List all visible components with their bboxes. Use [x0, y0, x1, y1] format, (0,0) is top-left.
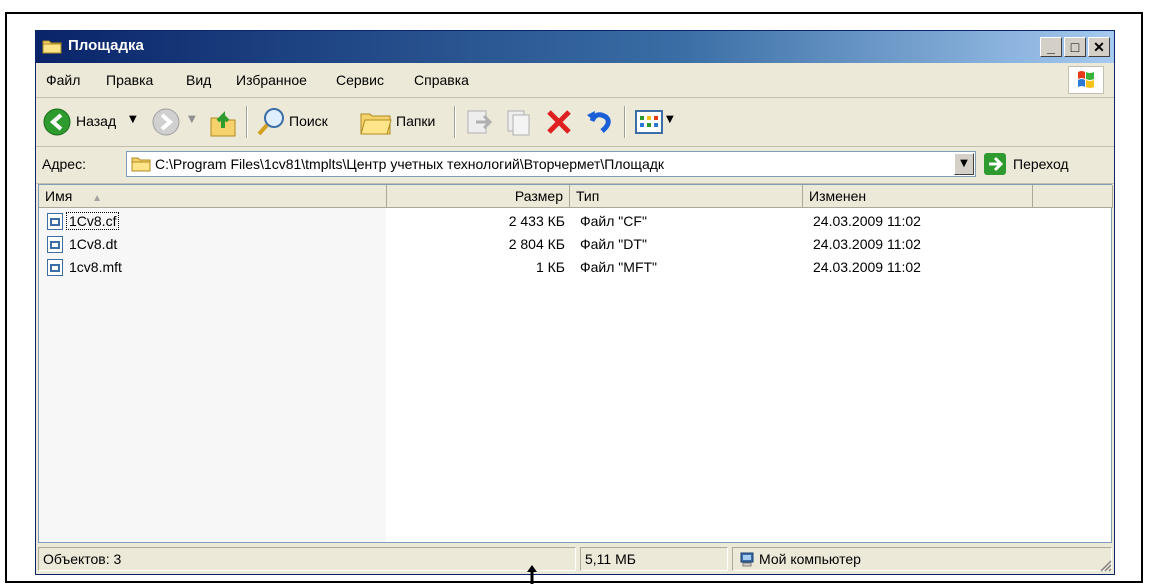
sort-ascending-icon: ▲ — [92, 193, 103, 204]
views-dropdown-icon[interactable]: ▼ — [666, 114, 674, 125]
copy-to-icon[interactable] — [504, 107, 534, 137]
file-size: 1 КБ — [535, 259, 565, 275]
folders-icon[interactable] — [359, 106, 393, 138]
column-header-type[interactable]: Тип — [570, 185, 803, 208]
file-list[interactable]: Имя ▲ Размер Тип Изменен 1Cv8.cf 2 433 К… — [38, 184, 1113, 543]
file-name[interactable]: 1Cv8.dt — [69, 236, 117, 252]
file-modified: 24.03.2009 11:02 — [813, 213, 921, 229]
delete-icon[interactable] — [544, 107, 574, 137]
folder-icon — [131, 157, 151, 172]
toolbar-separator — [624, 106, 626, 138]
pointer-arrow-icon — [527, 565, 537, 584]
back-arrow-icon[interactable] — [42, 107, 72, 137]
column-header-size[interactable]: Размер — [387, 185, 570, 208]
address-bar: Адрес: C:\Program Files\1cv81\tmplts\Цен… — [36, 147, 1114, 184]
column-header-size-label: Размер — [514, 188, 563, 204]
search-button-label[interactable]: Поиск — [289, 113, 328, 129]
window-title: Площадка — [68, 37, 144, 54]
column-header-name-label: Имя — [45, 188, 73, 204]
file-name[interactable]: 1Cv8.cf — [65, 212, 120, 230]
list-item[interactable]: 1Cv8.cf 2 433 КБ Файл "CF" 24.03.2009 11… — [39, 211, 1111, 233]
up-folder-icon[interactable] — [208, 106, 238, 138]
my-computer-icon — [740, 552, 754, 567]
folder-icon — [42, 40, 62, 54]
column-header-empty[interactable] — [1033, 185, 1113, 208]
title-bar[interactable]: Площадка _ □ ✕ — [36, 31, 1114, 63]
views-icon[interactable] — [634, 108, 664, 136]
status-size: 5,11 МБ — [580, 547, 728, 571]
file-type: Файл "DT" — [580, 236, 647, 252]
address-label: Адрес: — [42, 156, 86, 172]
toolbar-separator — [246, 106, 248, 138]
status-location-text: Мой компьютер — [759, 551, 861, 567]
menu-favorites[interactable]: Избранное — [236, 72, 307, 88]
file-icon — [47, 236, 63, 253]
folders-button-label[interactable]: Папки — [396, 113, 435, 129]
windows-logo-icon — [1068, 66, 1104, 94]
file-type: Файл "CF" — [580, 213, 647, 229]
minimize-button[interactable]: _ — [1040, 37, 1062, 57]
maximize-button[interactable]: □ — [1064, 37, 1086, 57]
search-icon[interactable] — [256, 106, 286, 138]
back-dropdown-icon[interactable]: ▼ — [129, 114, 137, 125]
menu-view[interactable]: Вид — [186, 72, 211, 88]
address-path[interactable]: C:\Program Files\1cv81\tmplts\Центр учет… — [155, 156, 949, 172]
file-size: 2 804 КБ — [508, 236, 565, 252]
menu-bar: Файл Правка Вид Избранное Сервис Справка — [36, 63, 1114, 98]
move-to-icon[interactable] — [464, 107, 494, 137]
column-header-modified[interactable]: Изменен — [803, 185, 1033, 208]
file-type: Файл "MFT" — [580, 259, 658, 275]
menu-edit[interactable]: Правка — [106, 72, 153, 88]
file-name[interactable]: 1cv8.mft — [69, 259, 122, 275]
address-input[interactable]: C:\Program Files\1cv81\tmplts\Центр учет… — [126, 151, 976, 177]
file-modified: 24.03.2009 11:02 — [813, 236, 921, 252]
menu-help[interactable]: Справка — [414, 72, 469, 88]
go-arrow-icon[interactable] — [983, 152, 1007, 176]
file-modified: 24.03.2009 11:02 — [813, 259, 921, 275]
column-header-name[interactable]: Имя ▲ — [39, 185, 387, 208]
status-location: Мой компьютер — [732, 547, 1112, 571]
status-size-text: 5,11 МБ — [585, 551, 636, 567]
list-item[interactable]: 1cv8.mft 1 КБ Файл "MFT" 24.03.2009 11:0… — [39, 257, 1111, 279]
toolbar: Назад ▼ ▼ Поиск Папки ▼ — [36, 98, 1114, 147]
file-icon — [47, 213, 63, 230]
menu-file[interactable]: Файл — [46, 72, 80, 88]
explorer-window: Площадка _ □ ✕ Файл Правка Вид Избранное… — [35, 30, 1115, 575]
toolbar-separator — [454, 106, 456, 138]
status-bar: Объектов: 3 5,11 МБ Мой компьютер — [36, 544, 1114, 574]
status-object-count: Объектов: 3 — [38, 547, 576, 571]
status-object-count-text: Объектов: 3 — [43, 551, 122, 567]
address-dropdown-icon[interactable]: ▼ — [954, 153, 974, 175]
back-button-label[interactable]: Назад — [76, 113, 116, 129]
forward-dropdown-icon[interactable]: ▼ — [188, 114, 196, 125]
file-size: 2 433 КБ — [508, 213, 565, 229]
column-header-type-label: Тип — [576, 188, 600, 204]
column-header-modified-label: Изменен — [809, 188, 867, 204]
resize-grip-icon[interactable] — [1098, 558, 1112, 572]
list-item[interactable]: 1Cv8.dt 2 804 КБ Файл "DT" 24.03.2009 11… — [39, 234, 1111, 256]
file-icon — [47, 259, 63, 276]
close-button[interactable]: ✕ — [1088, 37, 1110, 57]
undo-icon[interactable] — [584, 107, 614, 137]
menu-tools[interactable]: Сервис — [336, 72, 384, 88]
forward-arrow-icon[interactable] — [151, 107, 181, 137]
go-button-label[interactable]: Переход — [1013, 156, 1069, 172]
